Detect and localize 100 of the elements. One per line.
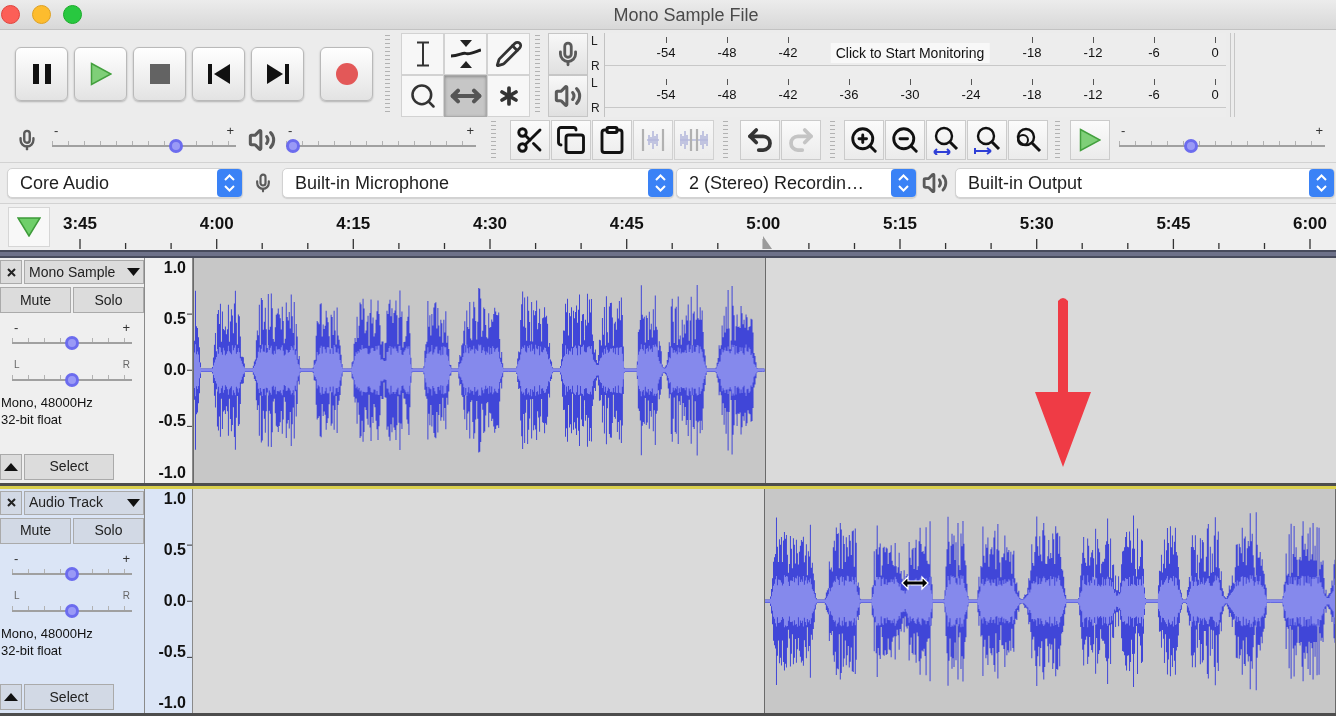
speaker-meter-button[interactable] — [548, 75, 588, 117]
copy-button[interactable] — [551, 119, 591, 160]
play-at-speed-button[interactable] — [1070, 119, 1110, 160]
close-track-button[interactable] — [0, 260, 22, 284]
track-control-panel[interactable]: Mono Sample Mute Solo - + L R Mono, 48000Hz 32-bit float Select — [0, 258, 145, 483]
collapse-track-button[interactable] — [0, 453, 22, 480]
stop-icon — [149, 63, 170, 84]
skip-to-end-button[interactable] — [251, 46, 304, 101]
timeline-play-button[interactable] — [8, 207, 50, 247]
slider-thumb[interactable] — [286, 139, 300, 153]
skip-end-icon — [266, 63, 289, 84]
meter-scale-label: -42 — [778, 45, 798, 61]
draw-tool[interactable] — [487, 33, 530, 75]
fit-project-button[interactable] — [967, 119, 1007, 160]
multi-tool[interactable] — [487, 75, 530, 117]
pan-slider[interactable] — [12, 371, 132, 388]
resize-cursor-icon — [901, 575, 929, 591]
selection-tool[interactable] — [401, 33, 444, 75]
collapse-track-button[interactable] — [0, 684, 22, 710]
mute-button[interactable]: Mute — [0, 517, 71, 544]
audio-host-select[interactable]: Core Audio — [7, 168, 243, 198]
stop-button[interactable] — [133, 46, 186, 101]
stepper-icon — [1309, 169, 1334, 197]
track-name-menu[interactable]: Mono Sample — [24, 260, 144, 284]
recording-device-select[interactable]: Built-in Microphone — [282, 168, 674, 198]
slider-thumb[interactable] — [1184, 139, 1199, 153]
copy-icon — [556, 124, 586, 155]
recording-volume-slider[interactable] — [52, 137, 236, 154]
meter-scale-label: -54 — [656, 45, 676, 61]
undo-button[interactable] — [740, 119, 780, 160]
paste-button[interactable] — [592, 119, 632, 160]
play-icon — [1079, 127, 1101, 152]
pause-button[interactable] — [15, 46, 68, 101]
meter-scale-label: -48 — [717, 45, 737, 61]
play-button[interactable] — [74, 46, 127, 101]
microphone-meter-button[interactable] — [548, 33, 588, 75]
select-track-button[interactable]: Select — [24, 684, 114, 710]
slider-thumb[interactable] — [65, 566, 79, 581]
select-track-button[interactable]: Select — [24, 453, 114, 480]
meter-scale-label: -48 — [717, 87, 737, 103]
scale-label: -1.0 — [158, 693, 186, 713]
track-name-menu[interactable]: Audio Track — [24, 490, 144, 515]
playhead-marker-icon[interactable] — [763, 236, 773, 249]
zoom-in-button[interactable] — [844, 119, 884, 160]
cut-button[interactable] — [510, 119, 550, 160]
mute-button[interactable]: Mute — [0, 287, 71, 313]
speaker-icon — [922, 170, 948, 196]
zoom-window-button[interactable] — [63, 5, 82, 24]
zoom-out-button[interactable] — [885, 119, 925, 160]
track-format-text: 32-bit float — [1, 411, 63, 428]
skip-start-icon — [207, 63, 230, 84]
caret-down-icon — [127, 498, 140, 507]
scale-label: 0.0 — [163, 590, 186, 611]
track-format-text: 32-bit float — [1, 641, 63, 659]
recording-channels-select[interactable]: 2 (Stereo) Recordin… — [676, 168, 917, 198]
time-label: 4:30 — [473, 214, 507, 234]
time-label: 5:30 — [1019, 214, 1054, 234]
close-window-button[interactable] — [1, 5, 20, 24]
skip-to-start-button[interactable] — [192, 46, 245, 101]
scale-label: -0.5 — [158, 641, 186, 662]
slider-min-label: - — [1121, 125, 1126, 137]
pause-icon — [31, 62, 52, 85]
time-shift-tool[interactable] — [444, 75, 487, 117]
time-label: 3:45 — [63, 214, 97, 234]
time-label: 5:45 — [1156, 214, 1191, 234]
track-control-panel[interactable]: Audio Track Mute Solo - + L R Mono, 48000Hz 32-bit float Select — [0, 488, 145, 713]
play-icon — [89, 61, 112, 86]
playback-meter[interactable]: -54 -48 -42 -36 -30 -24 -18 -12 -6 0 — [604, 75, 1226, 117]
solo-button[interactable]: Solo — [73, 287, 144, 313]
audio-waveform[interactable] — [193, 258, 766, 483]
monitoring-prompt[interactable]: Click to Start Monitoring — [830, 43, 990, 63]
channel-label: L — [591, 76, 599, 91]
slider-thumb[interactable] — [65, 336, 79, 350]
stepper-icon — [891, 169, 916, 197]
zoom-toggle-button[interactable] — [1008, 119, 1048, 160]
envelope-tool[interactable] — [444, 33, 487, 75]
time-label: 4:00 — [199, 214, 234, 234]
playback-device-select[interactable]: Built-in Output — [955, 168, 1335, 198]
audio-waveform[interactable] — [763, 488, 1336, 713]
meter-scale-label: -30 — [900, 87, 920, 103]
fit-selection-button[interactable] — [926, 119, 966, 160]
slider-thumb[interactable] — [65, 373, 79, 387]
time-label: 4:15 — [336, 214, 371, 234]
speaker-icon — [554, 82, 582, 110]
slider-thumb[interactable] — [169, 139, 184, 153]
time-label: 6:00 — [1293, 214, 1327, 234]
slider-thumb[interactable] — [65, 603, 79, 618]
i-beam-icon — [415, 41, 430, 67]
magnifier-icon — [408, 82, 437, 110]
close-icon — [6, 267, 16, 277]
zoom-tool[interactable] — [401, 75, 444, 117]
window-title: Mono Sample File — [613, 3, 759, 26]
playback-volume-slider[interactable] — [286, 137, 476, 154]
gain-slider[interactable] — [12, 334, 132, 351]
solo-button[interactable]: Solo — [73, 517, 144, 544]
record-button[interactable] — [320, 46, 373, 101]
waveform-gap-icon — [679, 127, 709, 152]
caret-down-icon — [127, 268, 140, 276]
speed-slider[interactable] — [1119, 137, 1325, 154]
close-track-button[interactable] — [0, 490, 22, 515]
